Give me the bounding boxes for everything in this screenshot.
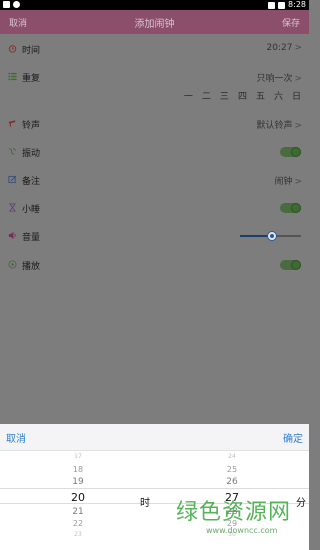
note-row[interactable]: 备注 闹钟 > bbox=[0, 170, 309, 190]
weekday-sun[interactable]: 日 bbox=[292, 89, 301, 102]
time-value: 20:27 > bbox=[266, 43, 302, 53]
ringtone-value: 默认铃声 > bbox=[256, 121, 302, 131]
toggle-knob bbox=[291, 203, 301, 213]
hour-unit: 时 bbox=[140, 498, 150, 509]
hour-option[interactable]: 17 bbox=[58, 453, 98, 460]
speaker-icon bbox=[8, 231, 16, 240]
play-label: 播放 bbox=[22, 262, 41, 272]
note-label: 备注 bbox=[22, 177, 41, 187]
list-icon bbox=[8, 72, 17, 81]
weekday-mon[interactable]: 一 bbox=[184, 89, 193, 102]
hour-option[interactable]: 23 bbox=[58, 531, 98, 538]
vibrate-label: 振动 bbox=[22, 149, 41, 159]
picker-header: 取消 确定 bbox=[0, 424, 309, 451]
vibrate-row: 振动 bbox=[0, 142, 309, 162]
hour-option[interactable]: 19 bbox=[58, 477, 98, 487]
battery-icon bbox=[278, 2, 286, 9]
minute-option[interactable]: 24 bbox=[212, 453, 252, 460]
minute-option[interactable]: 26 bbox=[212, 477, 252, 487]
repeat-value: 只响一次 > bbox=[256, 74, 302, 84]
music-note-icon bbox=[8, 120, 16, 127]
chevron-right-icon: > bbox=[294, 43, 302, 53]
time-label: 时间 bbox=[22, 46, 41, 56]
volume-row: 音量 bbox=[0, 226, 309, 246]
weekday-fri[interactable]: 五 bbox=[256, 89, 265, 102]
watermark: 绿色资源网 www.downcc.com bbox=[176, 494, 309, 535]
volume-label: 音量 bbox=[22, 233, 41, 243]
chevron-right-icon: > bbox=[294, 177, 302, 187]
page-title: 添加闹钟 bbox=[134, 19, 175, 30]
note-value: 闹钟 > bbox=[274, 177, 302, 187]
minute-option[interactable]: 25 bbox=[212, 465, 252, 474]
repeat-label: 重复 bbox=[22, 74, 41, 84]
hour-wheel[interactable]: 17 18 19 20 21 22 23 bbox=[58, 451, 98, 550]
toggle-knob bbox=[291, 260, 301, 270]
picker-cancel-button[interactable]: 取消 bbox=[6, 430, 26, 445]
status-time: 8:28 bbox=[288, 0, 306, 9]
time-row[interactable]: 时间 20:27 > bbox=[0, 39, 309, 59]
volume-slider[interactable] bbox=[240, 231, 301, 241]
vibrate-icon bbox=[8, 148, 16, 155]
notification-icon bbox=[3, 1, 10, 8]
ringtone-row[interactable]: 铃声 默认铃声 > bbox=[0, 114, 309, 134]
chevron-right-icon: > bbox=[294, 121, 302, 131]
snooze-toggle[interactable] bbox=[280, 203, 301, 213]
hourglass-icon bbox=[8, 203, 17, 212]
edit-icon bbox=[8, 175, 16, 184]
weekday-selector: 一 二 三 四 五 六 日 bbox=[184, 89, 301, 102]
sync-icon bbox=[13, 1, 20, 8]
ringtone-label: 铃声 bbox=[22, 121, 41, 131]
vibrate-toggle[interactable] bbox=[280, 147, 301, 157]
picker-confirm-button[interactable]: 确定 bbox=[283, 430, 303, 445]
hour-option[interactable]: 21 bbox=[58, 507, 98, 517]
play-icon bbox=[8, 260, 17, 269]
wifi-icon bbox=[268, 2, 276, 9]
play-row: 播放 bbox=[0, 255, 309, 275]
hour-option[interactable]: 20 bbox=[58, 491, 98, 504]
play-toggle[interactable] bbox=[280, 260, 301, 270]
toggle-knob bbox=[291, 147, 301, 157]
volume-slider-thumb[interactable] bbox=[266, 231, 277, 241]
alarm-settings: 时间 20:27 > 重复 只响一次 > 一 二 三 四 五 六 日 铃声 默认铃声… bbox=[0, 34, 309, 424]
weekday-tue[interactable]: 二 bbox=[202, 89, 211, 102]
hour-option[interactable]: 22 bbox=[58, 519, 98, 528]
snooze-row: 小睡 bbox=[0, 198, 309, 218]
title-bar: 取消 添加闹钟 保存 bbox=[0, 10, 309, 34]
status-bar: 8:28 bbox=[0, 0, 309, 10]
weekday-sat[interactable]: 六 bbox=[274, 89, 283, 102]
watermark-text: 绿色资源网 bbox=[176, 500, 292, 525]
weekday-wed[interactable]: 三 bbox=[220, 89, 229, 102]
hour-option[interactable]: 18 bbox=[58, 465, 98, 474]
watermark-url: www.downcc.com bbox=[206, 526, 278, 535]
header-save-button[interactable]: 保存 bbox=[282, 16, 300, 29]
chevron-right-icon: > bbox=[294, 74, 302, 84]
repeat-row[interactable]: 重复 只响一次 > bbox=[0, 67, 309, 87]
weekday-thu[interactable]: 四 bbox=[238, 89, 247, 102]
snooze-label: 小睡 bbox=[22, 205, 41, 215]
alarm-clock-icon bbox=[8, 45, 17, 53]
